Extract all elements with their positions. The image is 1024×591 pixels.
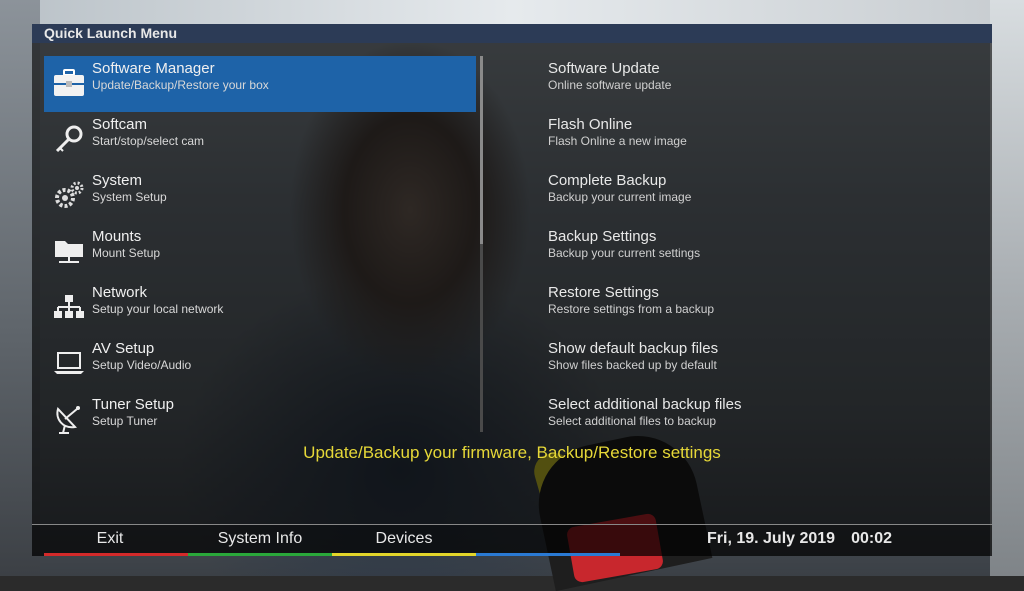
yellow-button-devices[interactable]: Devices [332, 525, 476, 553]
submenu-item-select-additional-backup-files[interactable]: Select additional backup files Select ad… [548, 392, 968, 448]
submenu-item-subtitle: Select additional files to backup [548, 414, 717, 428]
menu-item-subtitle: Start/stop/select cam [92, 134, 205, 148]
red-button-exit[interactable]: Exit [32, 525, 188, 553]
menu-item-softcam[interactable]: Softcam Start/stop/select cam [44, 112, 476, 168]
menu-item-title: Mounts [92, 228, 142, 245]
submenu-item-subtitle: Backup your current settings [548, 246, 701, 260]
menu-item-system[interactable]: System System Setup [44, 168, 476, 224]
submenu-item-backup-settings[interactable]: Backup Settings Backup your current sett… [548, 224, 968, 280]
tv-background-top [0, 0, 1024, 26]
menu-item-network[interactable]: Network Setup your local network [44, 280, 476, 336]
menu-item-subtitle: System Setup [92, 190, 167, 204]
green-color-key [188, 553, 332, 556]
network-folder-icon [52, 234, 86, 268]
submenu-item-flash-online[interactable]: Flash Online Flash Online a new image [548, 112, 968, 168]
network-icon [52, 290, 86, 324]
submenu-item-title: Backup Settings [548, 228, 657, 245]
menu-item-subtitle: Setup Tuner [92, 414, 158, 428]
menu-item-mounts[interactable]: Mounts Mount Setup [44, 224, 476, 280]
submenu-item-title: Restore Settings [548, 284, 659, 301]
submenu-item-title: Show default backup files [548, 340, 719, 357]
menu-scrollbar[interactable] [480, 56, 483, 432]
submenu-item-subtitle: Restore settings from a backup [548, 302, 715, 316]
menu-item-av-setup[interactable]: AV Setup Setup Video/Audio [44, 336, 476, 392]
clock-date: Fri, 19. July 2019 [707, 530, 836, 547]
submenu-item-subtitle: Backup your current image [548, 190, 692, 204]
footer-bar: Exit System Info Devices Fri, 19. July 2… [32, 525, 992, 556]
laptop-icon [52, 346, 86, 380]
submenu-item-subtitle: Online software update [548, 78, 672, 92]
menu-item-software-manager[interactable]: Software Manager Update/Backup/Restore y… [44, 56, 476, 112]
window-title: Quick Launch Menu [32, 24, 992, 43]
key-icon [52, 122, 86, 156]
menu-item-title: System [92, 172, 143, 189]
submenu-item-restore-settings[interactable]: Restore Settings Restore settings from a… [548, 280, 968, 336]
menu-item-title: Softcam [92, 116, 148, 133]
blue-button[interactable] [476, 525, 620, 553]
yellow-color-key [332, 553, 476, 556]
tv-background-right [990, 0, 1024, 576]
submenu-item-title: Select additional backup files [548, 396, 742, 413]
menu-item-subtitle: Setup your local network [92, 302, 224, 316]
blue-color-key [476, 553, 620, 556]
selection-description: Update/Backup your firmware, Backup/Rest… [303, 443, 721, 462]
gears-icon [52, 178, 86, 212]
menu-item-title: Tuner Setup [92, 396, 174, 413]
submenu-item-title: Software Update [548, 60, 660, 77]
submenu-item-title: Complete Backup [548, 172, 667, 189]
menu-item-title: Software Manager [92, 60, 215, 77]
red-color-key [44, 553, 188, 556]
submenu-item-complete-backup[interactable]: Complete Backup Backup your current imag… [548, 168, 968, 224]
menu-item-subtitle: Mount Setup [92, 246, 161, 260]
submenu-item-software-update[interactable]: Software Update Online software update [548, 56, 968, 112]
menu-item-title: Network [92, 284, 148, 301]
clock-time: 00:02 [851, 530, 892, 547]
menu-item-tuner-setup[interactable]: Tuner Setup Setup Tuner [44, 392, 476, 448]
submenu-item-subtitle: Show files backed up by default [548, 358, 717, 372]
menu-scrollbar-thumb[interactable] [480, 56, 483, 244]
submenu-item-title: Flash Online [548, 116, 633, 133]
submenu-item-subtitle: Flash Online a new image [548, 134, 687, 148]
green-button-system-info[interactable]: System Info [188, 525, 332, 553]
menu-item-title: AV Setup [92, 340, 155, 357]
menu-item-subtitle: Update/Backup/Restore your box [92, 78, 269, 92]
menu-item-subtitle: Setup Video/Audio [92, 358, 192, 372]
clock: Fri, 19. July 2019 00:02 [707, 525, 892, 553]
submenu-item-show-default-backup-files[interactable]: Show default backup files Show files bac… [548, 336, 968, 392]
toolbox-icon [52, 66, 86, 100]
satellite-dish-icon [52, 402, 86, 436]
